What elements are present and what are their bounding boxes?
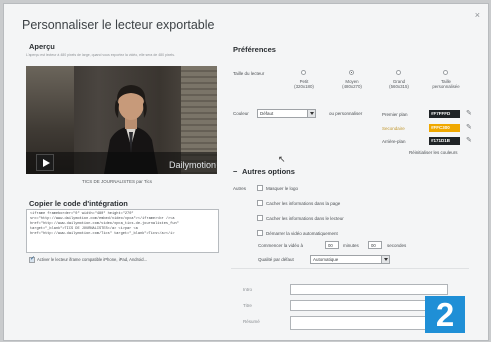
- resume-label: Résumé: [243, 319, 260, 324]
- option-checkbox-hide-player-info[interactable]: [257, 215, 263, 221]
- apercu-heading: Aperçu: [29, 42, 55, 51]
- color-input-secondary[interactable]: #FFC300: [429, 124, 460, 132]
- titre-label: Titre: [243, 303, 252, 308]
- chevron-down-icon: [381, 256, 389, 263]
- pencil-icon[interactable]: ✎: [466, 137, 473, 144]
- color-preset-value: Défaut: [260, 111, 274, 116]
- autres-label: Autres: [233, 186, 247, 191]
- size-option-petit: Petit (320x180): [294, 79, 314, 89]
- iframe-option-label: Activer le lecteur iframe compatible iPh…: [37, 257, 148, 262]
- start-minutes-input[interactable]: 00: [325, 241, 339, 249]
- option-label-hide-page-info: Cacher les informations dans la page: [266, 201, 341, 206]
- size-radio-moyen[interactable]: [349, 70, 354, 75]
- embed-code-textarea[interactable]: <iframe frameborder="0" width="480" heig…: [26, 209, 219, 253]
- play-icon[interactable]: [36, 154, 54, 171]
- color-label-background: Arrière-plan: [382, 139, 406, 144]
- iframe-option-checkbox[interactable]: [29, 255, 35, 263]
- color-preset-select[interactable]: Défaut: [257, 109, 316, 118]
- size-radio-custom[interactable]: [443, 70, 448, 75]
- preferences-heading: Préférences: [233, 45, 276, 54]
- close-icon[interactable]: ×: [475, 10, 480, 20]
- color-label-foreground: Premier plan: [382, 112, 408, 117]
- quality-label: Qualité par défaut: [258, 257, 294, 262]
- quality-select[interactable]: Automatique: [310, 255, 390, 264]
- code-heading: Copier le code d'intégration: [29, 199, 128, 208]
- size-radio-petit[interactable]: [301, 70, 306, 75]
- video-caption: TICS DE JOURNALISTES par Tics: [82, 179, 153, 184]
- start-seconds-input[interactable]: 00: [368, 241, 382, 249]
- color-input-foreground[interactable]: #F7FFFD: [429, 110, 460, 118]
- dialog-title: Personnaliser le lecteur exportable: [22, 18, 215, 32]
- option-checkbox-autoplay[interactable]: [257, 230, 263, 236]
- start-time-label: Commencer la vidéo à: [258, 243, 304, 248]
- size-label: Taille du lecteur: [233, 71, 265, 76]
- size-radio-grand[interactable]: [396, 70, 401, 75]
- apercu-description: L'aperçu est lecteur à 480 pixels de lar…: [26, 53, 175, 57]
- mouse-cursor-icon: ↖: [278, 154, 286, 164]
- start-seconds-label: secondes: [387, 243, 407, 248]
- intro-label: Intro: [243, 287, 253, 292]
- size-option-grand: Grand (560x315): [389, 79, 409, 89]
- option-label-hide-logo: Masquer le logo: [266, 186, 299, 191]
- option-label-autoplay: Démarrer la vidéo automatiquement: [266, 231, 338, 236]
- size-option-moyen: Moyen (480x270): [342, 79, 362, 89]
- autres-toggle-icon[interactable]: −: [233, 167, 237, 176]
- divider: [231, 268, 469, 269]
- color-label-secondary: Secondaire: [382, 126, 405, 131]
- quality-value: Automatique: [313, 257, 339, 262]
- step-number-badge: 2: [425, 296, 465, 333]
- customize-label: ou personnaliser: [329, 111, 363, 116]
- reset-colors-link[interactable]: Réinitialiser les couleurs: [409, 150, 458, 155]
- color-input-background[interactable]: #171D1B: [429, 137, 460, 145]
- pencil-icon[interactable]: ✎: [466, 110, 473, 117]
- dailymotion-logo: Dailymotion: [169, 160, 217, 170]
- intro-input[interactable]: [290, 284, 448, 295]
- autres-heading[interactable]: Autres options: [242, 167, 295, 176]
- chevron-down-icon: [307, 110, 315, 117]
- option-checkbox-hide-page-info[interactable]: [257, 200, 263, 206]
- start-minutes-label: minutes: [343, 243, 359, 248]
- pencil-icon[interactable]: ✎: [466, 124, 473, 131]
- size-option-custom: Taille personnalisée: [432, 79, 460, 89]
- option-checkbox-hide-logo[interactable]: [257, 185, 263, 191]
- color-label: Couleur: [233, 111, 249, 116]
- option-label-hide-player-info: Cacher les informations dans le lecteur: [266, 216, 344, 221]
